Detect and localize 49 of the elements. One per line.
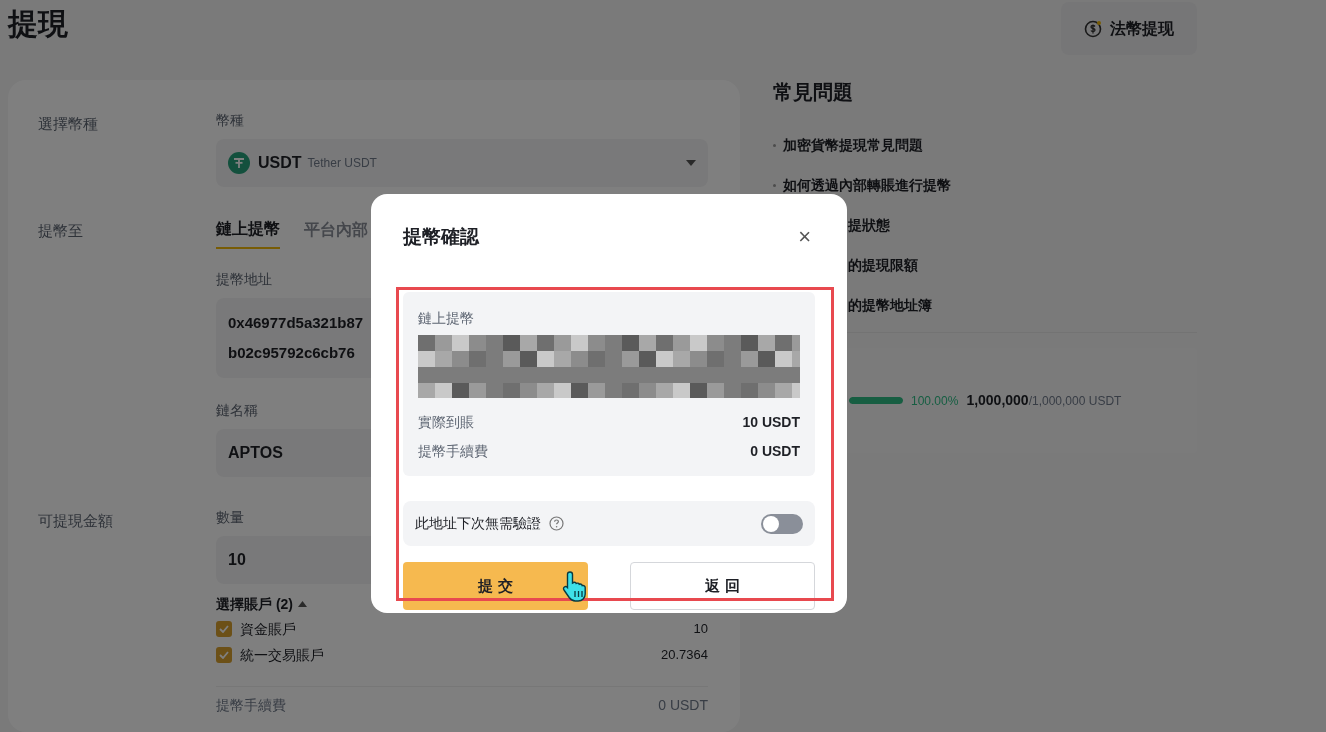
summary-value: 0 USDT: [750, 442, 800, 461]
account-balance: 20.7364: [661, 646, 708, 665]
summary-label: 提幣手續費: [418, 442, 488, 461]
summary-label: 實際到賬: [418, 413, 474, 432]
bullet-dot: [773, 143, 776, 147]
checkbox[interactable]: [216, 621, 232, 637]
help-icon[interactable]: [549, 516, 564, 531]
tether-coin-icon: [228, 152, 250, 174]
check-icon: [219, 651, 229, 659]
account-toggle[interactable]: 選擇賬戶 (2): [216, 593, 293, 615]
dollar-coin-icon: [1084, 19, 1102, 38]
account-name: 資金賬戶: [240, 619, 296, 639]
page-title: 提現: [8, 6, 68, 42]
dialog-title: 提幣確認: [403, 225, 479, 249]
section-label: 可提現金額: [38, 511, 114, 531]
withdraw-method-tab[interactable]: 平台內部: [304, 217, 368, 249]
account-name: 統一交易賬戶: [240, 645, 324, 665]
coin-name: Tether USDT: [307, 155, 378, 172]
faq-link[interactable]: 如何透過內部轉賬進行提幣: [783, 174, 951, 196]
fee-label: 提幣手續費: [216, 696, 286, 715]
check-icon: [219, 625, 229, 633]
field-label: 幣種: [216, 111, 244, 130]
faq-link[interactable]: 的提現限額: [848, 254, 918, 276]
toggle-switch[interactable]: [761, 513, 803, 534]
section-label: 提幣至: [38, 221, 84, 241]
limit-amount: 1,000,000/1,000,000 USDT: [966, 391, 1122, 410]
coin-select[interactable]: USDT Tether USDT: [216, 139, 708, 187]
field-label: 提幣地址: [216, 270, 272, 289]
fee-value: 0 USDT: [658, 696, 708, 715]
method-label: 鏈上提幣: [418, 309, 475, 328]
coin-symbol: USDT: [258, 153, 302, 173]
close-button[interactable]: ×: [794, 226, 815, 248]
limit-percent: 100.00%: [911, 392, 959, 410]
caret-icon: [686, 160, 696, 166]
account-balance: 10: [693, 620, 708, 639]
bullet-dot: [773, 183, 776, 187]
summary-value: 10 USDT: [742, 413, 800, 432]
withdraw-method-tab[interactable]: 鏈上提幣: [216, 217, 280, 249]
faq-link[interactable]: 提狀態: [848, 214, 890, 236]
faq-title: 常見問題: [773, 80, 853, 104]
field-label: 鏈名稱: [216, 401, 258, 420]
faq-link[interactable]: 的提幣地址簿: [848, 294, 932, 316]
section-label: 選擇幣種: [38, 114, 99, 134]
back-button[interactable]: 返 回: [630, 562, 815, 610]
faq-link[interactable]: 加密貨幣提現常見問題: [783, 134, 923, 156]
checkbox[interactable]: [216, 647, 232, 663]
verify-label: 此地址下次無需驗證: [415, 514, 541, 533]
fiat-withdraw-button[interactable]: 法幣提现: [1061, 2, 1197, 55]
field-label: 數量: [216, 508, 244, 527]
